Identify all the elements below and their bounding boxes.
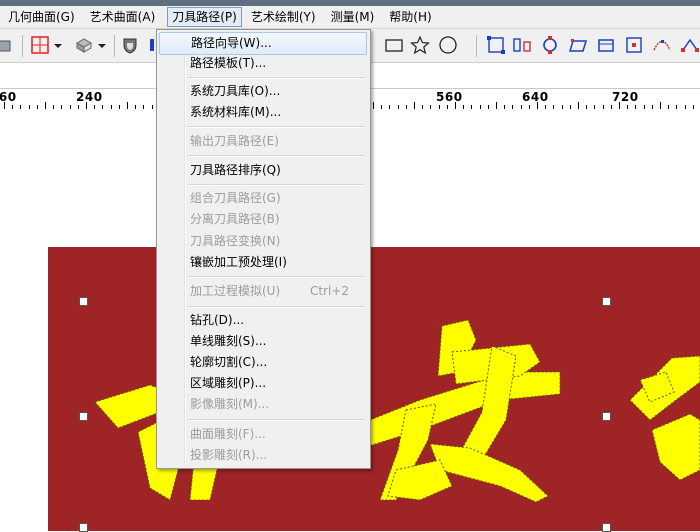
menu-item-drilling[interactable]: 钻孔(D)... bbox=[159, 310, 367, 331]
ruler-tick bbox=[127, 102, 128, 109]
menu-separator bbox=[187, 306, 365, 308]
selection-handle[interactable] bbox=[602, 412, 611, 421]
menu-item-material-library[interactable]: 系统材料库(M)... bbox=[159, 102, 367, 123]
ruler-label: 240 bbox=[76, 90, 103, 104]
star-icon[interactable] bbox=[410, 35, 430, 55]
menu-item-area-engrave[interactable]: 区域雕刻(P)... bbox=[159, 373, 367, 394]
selection-handle[interactable] bbox=[79, 297, 88, 306]
ruler-tick bbox=[537, 102, 538, 109]
shield-icon[interactable] bbox=[120, 35, 140, 55]
view-box-icon[interactable] bbox=[74, 35, 94, 55]
layers-icon[interactable] bbox=[0, 35, 14, 55]
ruler-tick bbox=[414, 102, 415, 109]
circle-icon[interactable] bbox=[438, 35, 458, 55]
menu-item-transform-toolpath[interactable]: 刀具路径变换(N) bbox=[159, 231, 367, 252]
transform-icon[interactable] bbox=[680, 35, 700, 55]
ruler-tick bbox=[45, 102, 46, 109]
rotate-icon[interactable] bbox=[540, 35, 560, 55]
ruler-tick bbox=[4, 102, 5, 109]
ruler-tick bbox=[660, 102, 661, 109]
ruler-tick bbox=[619, 102, 620, 109]
menu-item-simulation[interactable]: 加工过程模拟(U) Ctrl+2 bbox=[159, 281, 367, 302]
dropdown-arrow-icon[interactable] bbox=[52, 35, 64, 55]
menu-art-drawing[interactable]: 艺术绘制(Y) bbox=[248, 8, 319, 26]
toolbar-separator bbox=[476, 35, 477, 57]
menu-separator bbox=[187, 184, 365, 186]
menu-item-surface-engrave[interactable]: 曲面雕刻(F)... bbox=[159, 424, 367, 445]
menu-measure[interactable]: 测量(M) bbox=[328, 8, 378, 26]
menu-geometry-surface[interactable]: 几何曲面(G) bbox=[5, 8, 78, 26]
menu-item-contour-cut[interactable]: 轮廓切割(C)... bbox=[159, 352, 367, 373]
crosshair-icon[interactable] bbox=[30, 35, 50, 55]
curve-icon[interactable] bbox=[652, 35, 672, 55]
menu-item-inlay-preprocess[interactable]: 镶嵌加工预处理(I) bbox=[159, 252, 367, 273]
menu-separator bbox=[187, 276, 365, 278]
menu-item-path-wizard[interactable]: 路径向导(W)... bbox=[159, 32, 367, 55]
menu-separator bbox=[187, 77, 365, 79]
red-material-panel[interactable] bbox=[48, 247, 700, 531]
ruler-tick bbox=[455, 102, 456, 109]
menu-item-image-engrave[interactable]: 影像雕刻(M)... bbox=[159, 394, 367, 415]
align-icon[interactable] bbox=[512, 35, 532, 55]
menu-separator bbox=[187, 155, 365, 157]
menu-item-split-toolpath[interactable]: 分离刀具路径(B) bbox=[159, 209, 367, 230]
node-edit-icon[interactable] bbox=[486, 35, 506, 55]
menu-separator bbox=[187, 419, 365, 421]
node-icon[interactable] bbox=[624, 35, 644, 55]
surface-icon[interactable] bbox=[568, 35, 588, 55]
line-icon[interactable] bbox=[146, 35, 156, 55]
menu-item-tool-library[interactable]: 系统刀具库(O)... bbox=[159, 81, 367, 102]
menu-item-sort-toolpath[interactable]: 刀具路径排序(Q) bbox=[159, 160, 367, 181]
menu-item-export-toolpath[interactable]: 输出刀具路径(E) bbox=[159, 131, 367, 152]
toolpath-dropdown-menu: 路径向导(W)... 路径模板(T)... 系统刀具库(O)... 系统材料库(… bbox=[156, 29, 371, 469]
ruler-tick bbox=[373, 102, 374, 109]
menu-item-combine-toolpath[interactable]: 组合刀具路径(G) bbox=[159, 188, 367, 209]
toolbar-separator bbox=[22, 35, 23, 57]
ruler-tick bbox=[496, 102, 497, 109]
menu-help[interactable]: 帮助(H) bbox=[386, 8, 434, 26]
ruler-tick bbox=[86, 102, 87, 109]
menubar: 几何曲面(G) 艺术曲面(A) 刀具路径(P) 艺术绘制(Y) 测量(M) 帮助… bbox=[0, 6, 700, 29]
ruler-label: 560 bbox=[436, 90, 463, 104]
menu-shortcut: Ctrl+2 bbox=[309, 284, 349, 298]
toolbar-separator bbox=[114, 35, 115, 57]
menu-item-projection-engrave[interactable]: 投影雕刻(R)... bbox=[159, 445, 367, 466]
menu-toolpath[interactable]: 刀具路径(P) bbox=[167, 7, 242, 27]
dropdown-arrow-icon[interactable] bbox=[96, 35, 108, 55]
ruler-label: 720 bbox=[612, 90, 639, 104]
menu-separator bbox=[187, 126, 365, 128]
ruler-tick bbox=[578, 102, 579, 109]
rectangle-icon[interactable] bbox=[384, 35, 404, 55]
menu-art-surface[interactable]: 艺术曲面(A) bbox=[87, 8, 159, 26]
menu-item-path-template[interactable]: 路径模板(T)... bbox=[159, 53, 367, 74]
menu-item-single-line-engrave[interactable]: 单线雕刻(S)... bbox=[159, 331, 367, 352]
ruler-label: 160 bbox=[0, 90, 17, 104]
ruler-label: 640 bbox=[522, 90, 549, 104]
selection-handle[interactable] bbox=[79, 412, 88, 421]
selection-handle[interactable] bbox=[602, 297, 611, 306]
box-icon[interactable] bbox=[596, 35, 616, 55]
